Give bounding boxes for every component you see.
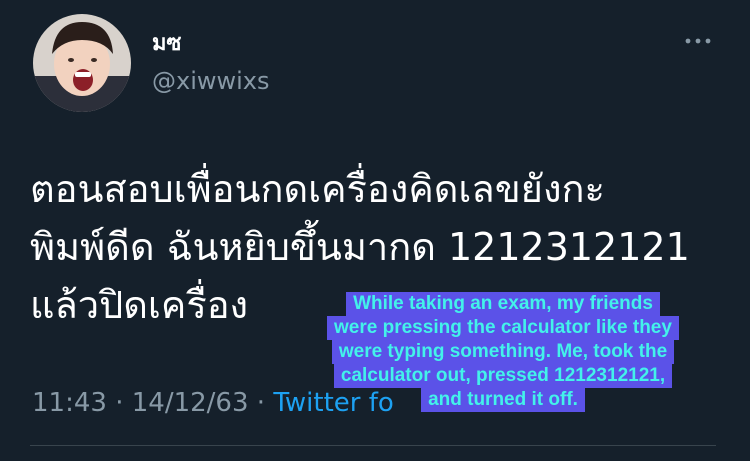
- translation-line: were typing something. Me, took the: [331, 340, 675, 364]
- translation-line: While taking an exam, my friends: [346, 292, 660, 316]
- user-handle[interactable]: @xiwwixs: [152, 66, 270, 96]
- translation-line: were pressing the calculator like they: [327, 316, 679, 340]
- display-name[interactable]: มซ: [152, 30, 181, 58]
- tweet-text-line: ตอนสอบเพื่อนกดเครื่องคิดเลขยังกะ: [30, 167, 605, 211]
- translation-line: and turned it off.: [421, 388, 585, 412]
- tweet-text-line: พิมพ์ดีด ฉันหยิบขึ้นมากด 1212312121: [30, 225, 690, 269]
- avatar[interactable]: [33, 14, 131, 112]
- meta-separator: ·: [248, 388, 274, 418]
- ellipsis-icon: [685, 38, 711, 44]
- translation-caption: While taking an exam, my friends were pr…: [283, 292, 723, 412]
- translation-line: calculator out, pressed 1212312121,: [333, 364, 673, 388]
- more-options-button[interactable]: [683, 33, 713, 47]
- user-avatar-photo-icon: [33, 14, 131, 112]
- tweet-time[interactable]: 11:43: [32, 388, 107, 418]
- tweet-date[interactable]: 14/12/63: [132, 388, 249, 418]
- meta-separator: ·: [106, 388, 132, 418]
- divider: [30, 445, 716, 446]
